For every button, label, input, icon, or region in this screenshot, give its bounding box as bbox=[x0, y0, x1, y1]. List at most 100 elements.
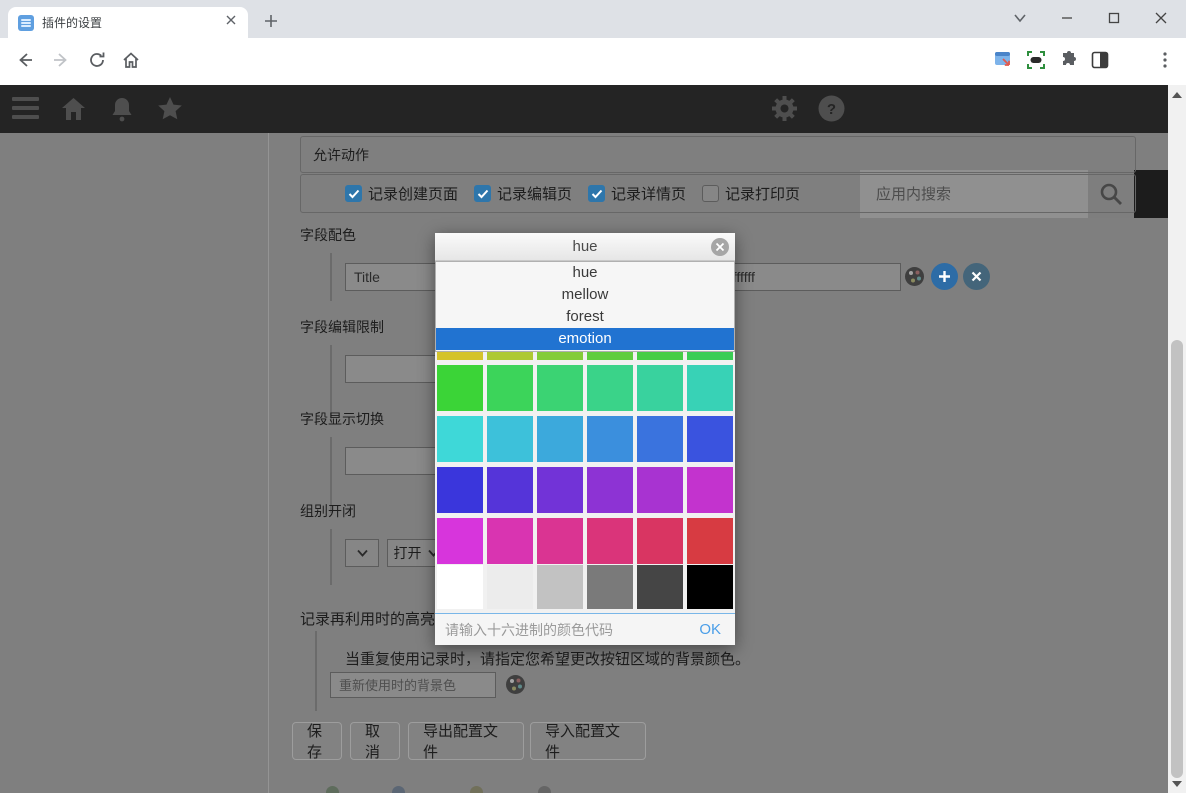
group-field-select[interactable] bbox=[345, 539, 379, 567]
hex-color-input[interactable] bbox=[435, 622, 685, 638]
export-config-button[interactable]: 导出配置文件 bbox=[408, 722, 524, 760]
color-swatch[interactable] bbox=[587, 518, 633, 564]
home-icon[interactable] bbox=[116, 47, 146, 73]
scrollbar-thumb[interactable] bbox=[1171, 340, 1183, 778]
color-swatch[interactable] bbox=[637, 365, 683, 411]
color-swatch[interactable] bbox=[537, 565, 583, 609]
color-swatch[interactable] bbox=[637, 467, 683, 513]
color-swatch[interactable] bbox=[587, 365, 633, 411]
portal-home-icon[interactable] bbox=[60, 96, 87, 127]
color-swatch[interactable] bbox=[487, 416, 533, 462]
color-swatch[interactable] bbox=[687, 365, 733, 411]
color-swatch[interactable] bbox=[537, 467, 583, 513]
help-icon[interactable]: ? bbox=[818, 95, 845, 127]
window-minimize-button[interactable] bbox=[1052, 5, 1082, 31]
color-swatch[interactable] bbox=[587, 416, 633, 462]
color-swatch[interactable] bbox=[637, 565, 683, 609]
color-swatch[interactable] bbox=[437, 565, 483, 609]
plus-icon bbox=[938, 270, 951, 283]
favorites-star-icon[interactable] bbox=[157, 96, 183, 126]
bottom-dot bbox=[470, 786, 483, 793]
browser-menu-kebab-icon[interactable] bbox=[1150, 47, 1180, 73]
tab-close-icon[interactable] bbox=[224, 13, 238, 32]
palette-option-forest[interactable]: forest bbox=[436, 306, 734, 328]
cancel-button[interactable]: 取消 bbox=[350, 722, 400, 760]
palette-picker-icon[interactable] bbox=[505, 674, 526, 700]
kintone-favicon-icon bbox=[18, 15, 34, 31]
checkbox-label: 记录详情页 bbox=[611, 183, 686, 204]
scroll-down-icon[interactable] bbox=[1172, 781, 1182, 787]
color-swatch[interactable] bbox=[687, 565, 733, 609]
hamburger-menu-icon[interactable] bbox=[12, 97, 39, 124]
reuse-description: 当重复使用记录时，请指定您希望更改按钮区域的背景颜色。 bbox=[345, 648, 750, 669]
color-swatch[interactable] bbox=[487, 565, 533, 609]
browser-tab[interactable]: 插件的设置 bbox=[8, 7, 248, 38]
forward-icon[interactable] bbox=[46, 47, 76, 73]
field-display-label: 字段显示切换 bbox=[300, 409, 384, 429]
extension-capture-icon[interactable] bbox=[1021, 47, 1051, 73]
extensions-puzzle-icon[interactable] bbox=[1054, 47, 1084, 73]
settings-gear-icon[interactable] bbox=[771, 95, 798, 127]
color-swatch[interactable] bbox=[487, 365, 533, 411]
add-row-button[interactable] bbox=[931, 263, 958, 290]
tab-search-icon[interactable] bbox=[1005, 5, 1035, 31]
checkbox-record-edit[interactable]: 记录编辑页 bbox=[474, 183, 572, 204]
group-bar bbox=[330, 529, 332, 585]
browser-toolbar: pandafirm.cybozu.com/k/admin/app/1803/pl… bbox=[0, 38, 1186, 85]
scroll-up-icon[interactable] bbox=[1172, 92, 1182, 98]
extension-halfsquare-icon[interactable] bbox=[1085, 47, 1115, 73]
color-swatch[interactable] bbox=[437, 416, 483, 462]
reuse-color-input[interactable] bbox=[330, 672, 496, 698]
palette-row bbox=[435, 565, 735, 609]
palette-picker-icon[interactable] bbox=[904, 266, 925, 292]
save-button[interactable]: 保存 bbox=[292, 722, 342, 760]
color-swatch[interactable] bbox=[587, 467, 633, 513]
reload-icon[interactable] bbox=[82, 47, 112, 73]
color-swatch[interactable] bbox=[487, 467, 533, 513]
checkbox-icon[interactable] bbox=[588, 185, 605, 202]
new-tab-button[interactable] bbox=[256, 8, 286, 34]
color-swatch[interactable] bbox=[437, 518, 483, 564]
palette-row bbox=[435, 467, 735, 513]
remove-row-button[interactable] bbox=[963, 263, 990, 290]
window-close-button[interactable] bbox=[1146, 5, 1176, 31]
color-swatch[interactable] bbox=[537, 518, 583, 564]
field-color-value-input[interactable] bbox=[716, 263, 901, 291]
color-swatch[interactable] bbox=[587, 565, 633, 609]
dialog-close-icon[interactable] bbox=[711, 238, 729, 256]
window-maximize-button[interactable] bbox=[1099, 5, 1129, 31]
field-color-label: 字段配色 bbox=[300, 225, 356, 245]
screen: 插件的设置 bbox=[0, 0, 1186, 793]
color-swatch[interactable] bbox=[687, 416, 733, 462]
group-bar bbox=[315, 631, 317, 711]
dialog-title: hue bbox=[572, 238, 597, 255]
color-swatch[interactable] bbox=[537, 365, 583, 411]
palette-option-hue[interactable]: hue bbox=[436, 262, 734, 284]
checkbox-record-create[interactable]: 记录创建页面 bbox=[345, 183, 458, 204]
header-end-spacer bbox=[1134, 170, 1168, 218]
checkbox-icon[interactable] bbox=[474, 185, 491, 202]
checkbox-icon[interactable] bbox=[702, 185, 719, 202]
import-config-button[interactable]: 导入配置文件 bbox=[530, 722, 646, 760]
checkbox-icon[interactable] bbox=[345, 185, 362, 202]
palette-row bbox=[435, 416, 735, 462]
dialog-header[interactable]: hue bbox=[435, 233, 735, 261]
color-swatch[interactable] bbox=[437, 365, 483, 411]
checkbox-record-print[interactable]: 记录打印页 bbox=[702, 183, 800, 204]
reuse-highlight-label: 记录再利用时的高亮 bbox=[300, 608, 435, 629]
color-swatch[interactable] bbox=[487, 518, 533, 564]
ok-button[interactable]: OK bbox=[685, 621, 735, 638]
color-swatch[interactable] bbox=[687, 467, 733, 513]
color-swatch[interactable] bbox=[637, 416, 683, 462]
extension-window-icon[interactable] bbox=[988, 47, 1018, 73]
color-swatch[interactable] bbox=[437, 467, 483, 513]
checkbox-record-detail[interactable]: 记录详情页 bbox=[588, 183, 686, 204]
color-swatch[interactable] bbox=[637, 518, 683, 564]
notifications-bell-icon[interactable] bbox=[110, 96, 134, 127]
color-swatch[interactable] bbox=[537, 416, 583, 462]
palette-option-mellow[interactable]: mellow bbox=[436, 284, 734, 306]
palette-option-emotion[interactable]: emotion bbox=[436, 328, 734, 350]
back-icon[interactable] bbox=[10, 47, 40, 73]
color-swatch[interactable] bbox=[687, 518, 733, 564]
content-left-divider bbox=[268, 133, 269, 793]
